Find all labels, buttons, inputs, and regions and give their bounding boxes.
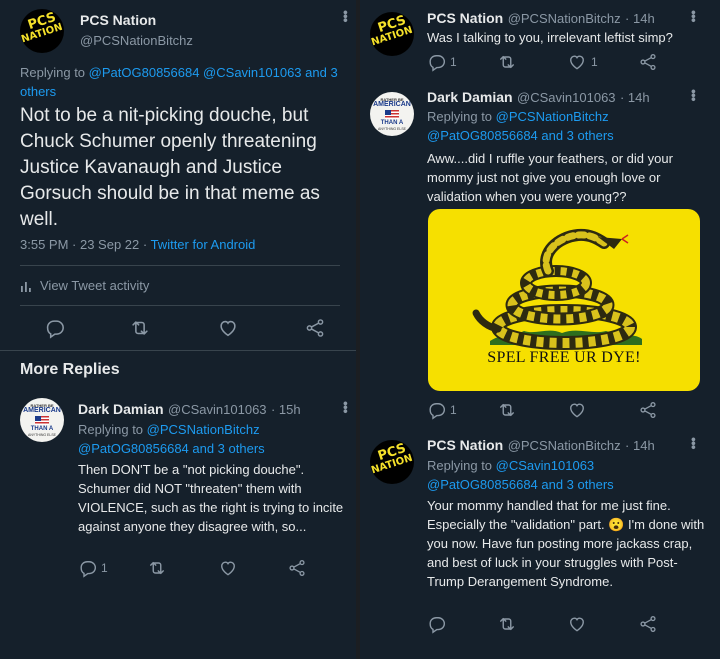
author-handle[interactable]: @CSavin101063 (517, 90, 615, 105)
tweet-time[interactable]: 3:55 PM · 23 Sep 22 (20, 237, 139, 252)
avatar-text: ANYTHING ELSE (27, 433, 56, 437)
like-action[interactable]: 1 (567, 52, 598, 72)
dark-damian-avatar[interactable]: RATHER BE AMERICAN THAN A ANYTHING ELSE (370, 92, 414, 136)
author-handle[interactable]: @CSavin101063 (168, 402, 266, 417)
author-name[interactable]: PCS Nation (80, 12, 156, 28)
replying-to-user-link[interactable]: @PCSNationBitchz (147, 422, 260, 437)
author-name[interactable]: PCS Nation (427, 10, 503, 26)
reply-icon[interactable] (43, 317, 65, 339)
reply-action[interactable]: 1 (77, 558, 108, 578)
view-activity-label: View Tweet activity (40, 278, 150, 293)
share-icon[interactable] (638, 52, 658, 72)
author-name[interactable]: PCS Nation (427, 437, 503, 453)
avatar-text: AMERICAN (373, 101, 411, 108)
replying-to-others-link[interactable]: @PatOG80856684 and 3 others (78, 441, 265, 456)
view-tweet-activity[interactable]: View Tweet activity (20, 278, 149, 293)
author-handle[interactable]: @PCSNationBitchz (508, 438, 621, 453)
replying-to-users-link[interactable]: @PatOG80856684 @CSavin101063 (89, 65, 302, 80)
reply-count: 1 (101, 561, 108, 575)
more-options-icon[interactable]: ••• (338, 10, 354, 22)
pcs-nation-avatar[interactable]: PCS NATION (370, 440, 414, 484)
reply-icon (77, 558, 97, 578)
tweet-text: Not to be a nit-picking douche, but Chuc… (20, 105, 320, 230)
share-icon[interactable] (638, 400, 658, 420)
dark-damian-avatar[interactable]: RATHER BE AMERICAN THAN A ANYTHING ELSE (20, 398, 64, 442)
share-icon[interactable] (304, 317, 326, 339)
replying-to-and[interactable]: and (305, 65, 327, 80)
tweet-header: PCS Nation @PCSNationBitchz · 14h (427, 437, 655, 455)
more-options-icon[interactable]: ••• (686, 10, 702, 22)
replying-to-others-link[interactable]: @PatOG80856684 and 3 others (427, 128, 614, 143)
replying-to-label: Replying to (78, 422, 144, 437)
bar-chart-icon (21, 281, 31, 292)
divider (0, 350, 356, 351)
tweet-time[interactable]: · 14h (625, 11, 655, 26)
replying-to: Replying to @PatOG80856684 @CSavin101063… (20, 63, 350, 101)
divider (20, 305, 340, 306)
replying-to-user-link[interactable]: @PCSNationBitchz (496, 109, 609, 124)
retweet-icon[interactable] (497, 400, 517, 420)
pcs-nation-avatar[interactable]: PCS NATION (20, 9, 64, 53)
tweet-header: Dark Damian @CSavin101063 · 14h (427, 89, 650, 107)
more-options-icon[interactable]: ••• (338, 401, 354, 413)
reply-action[interactable]: 1 (426, 52, 457, 72)
retweet-icon[interactable] (497, 614, 517, 634)
meme-caption: SPEL FREE UR DYE! (487, 349, 641, 366)
gadsden-meme-image[interactable]: SPEL FREE UR DYE! (428, 209, 700, 391)
like-icon[interactable] (567, 614, 587, 634)
tweet-timestamp: 3:55 PM · 23 Sep 22 · Twitter for Androi… (20, 237, 256, 252)
us-flag-icon (35, 416, 49, 425)
retweet-icon[interactable] (129, 317, 151, 339)
retweet-icon[interactable] (147, 558, 167, 578)
reply-icon (426, 400, 446, 420)
reply-icon (426, 52, 446, 72)
avatar-text: THAN A (30, 426, 54, 432)
tweet-time[interactable]: · 14h (620, 90, 650, 105)
author-handle[interactable]: @PCSNationBitchz (80, 33, 193, 48)
like-icon[interactable] (218, 558, 238, 578)
like-count: 1 (591, 55, 598, 69)
tweet-text: Your mommy handled that for me just fine… (427, 498, 705, 589)
replying-to-others-link[interactable]: @PatOG80856684 and 3 others (427, 477, 614, 492)
tweet-client-link[interactable]: Twitter for Android (151, 237, 256, 252)
reply-icon[interactable] (426, 614, 446, 634)
us-flag-icon (385, 110, 399, 119)
tweet-text: Aww....did I ruffle your feathers, or di… (427, 151, 673, 204)
replying-to: Replying to @PCSNationBitchz @PatOG80856… (427, 107, 614, 145)
conversation-panel-left: PCS NATION PCS Nation @PCSNationBitchz •… (0, 0, 356, 659)
share-icon[interactable] (287, 558, 307, 578)
reply-action[interactable]: 1 (426, 400, 457, 420)
like-icon[interactable] (217, 317, 239, 339)
reply-header: Dark Damian @CSavin101063 · 15h (78, 401, 301, 419)
tweet-time[interactable]: · 14h (625, 438, 655, 453)
replying-to-label: Replying to (427, 458, 493, 473)
more-options-icon[interactable]: ••• (686, 437, 702, 449)
replying-to: Replying to @PCSNationBitchz @PatOG80856… (78, 420, 265, 458)
retweet-icon[interactable] (497, 52, 517, 72)
divider (20, 265, 340, 266)
tweet-time[interactable]: · 15h (271, 402, 301, 417)
conversation-panel-right: PCS NATION PCS Nation @PCSNationBitchz ·… (360, 0, 720, 659)
avatar-text: AMERICAN (23, 407, 61, 414)
author-handle[interactable]: @PCSNationBitchz (508, 11, 621, 26)
tweet-text: Then DON'T be a "not picking douche". Sc… (78, 462, 344, 534)
replying-to: Replying to @CSavin101063 @PatOG80856684… (427, 456, 614, 494)
more-options-icon[interactable]: ••• (686, 89, 702, 101)
tweet-text: Was I talking to you, irrelevant leftist… (427, 30, 673, 45)
replying-to-label: Replying to (20, 65, 86, 80)
tweet-header: PCS Nation @PCSNationBitchz · 14h (427, 10, 655, 28)
avatar-text: THAN A (380, 120, 404, 126)
author-name[interactable]: Dark Damian (78, 401, 164, 417)
like-icon (567, 52, 587, 72)
pcs-nation-avatar[interactable]: PCS NATION (370, 12, 414, 56)
replying-to-label: Replying to (427, 109, 493, 124)
replying-to-user-link[interactable]: @CSavin101063 (496, 458, 594, 473)
reply-count: 1 (450, 55, 457, 69)
like-icon[interactable] (567, 400, 587, 420)
avatar-text: ANYTHING ELSE (377, 127, 406, 131)
reply-count: 1 (450, 403, 457, 417)
author-name[interactable]: Dark Damian (427, 89, 513, 105)
more-replies-heading: More Replies (20, 361, 120, 378)
share-icon[interactable] (638, 614, 658, 634)
